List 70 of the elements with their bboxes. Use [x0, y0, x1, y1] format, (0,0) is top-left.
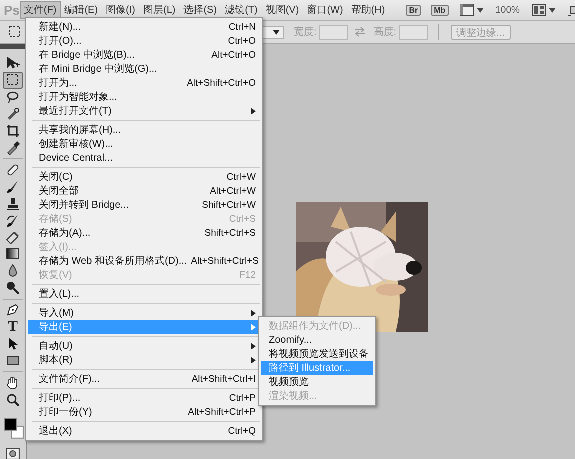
- menu-item[interactable]: 选择(S): [180, 1, 222, 19]
- eraser-icon: [6, 230, 20, 244]
- quick-mask-icon[interactable]: [6, 448, 20, 459]
- menu-item[interactable]: 退出(X) Ctrl+Q: [28, 424, 260, 438]
- menu-item[interactable]: 打开为... Alt+Shift+Ctrl+O: [28, 76, 260, 90]
- menu-item[interactable]: 关闭(C) Ctrl+W: [28, 170, 260, 184]
- menu-item[interactable]: Zoomify...: [261, 333, 373, 347]
- menu-item[interactable]: 共享我的屏幕(H)...: [28, 123, 260, 137]
- caret-icon: [548, 8, 556, 12]
- menu-item[interactable]: 窗口(W): [303, 1, 348, 19]
- menu-item[interactable]: 关闭全部 Alt+Ctrl+W: [28, 184, 260, 198]
- arrow-icon: [6, 56, 20, 70]
- lasso-icon: [6, 90, 20, 104]
- menu-item[interactable]: 新建(N)... Ctrl+N: [28, 20, 260, 34]
- tool-button[interactable]: T: [3, 318, 23, 336]
- menu-item[interactable]: 创建新审核(W)...: [28, 137, 260, 151]
- menu-item[interactable]: 编辑(E): [60, 1, 102, 19]
- app-logo: Ps: [4, 2, 20, 18]
- zoom-dropdown[interactable]: 100%: [490, 4, 526, 16]
- menu-item[interactable]: 图像(I): [102, 1, 140, 19]
- gradient-icon: [6, 247, 20, 262]
- wand-icon: [6, 107, 20, 122]
- brush-icon: [6, 180, 20, 194]
- menu-item[interactable]: 在 Mini Bridge 中浏览(G)...: [28, 62, 260, 76]
- width-field[interactable]: [318, 24, 348, 40]
- menu-item[interactable]: 导入(M): [28, 306, 260, 320]
- rectangle-icon: [6, 354, 20, 368]
- menu-item[interactable]: 帮助(H): [347, 1, 390, 19]
- menu-item[interactable]: 打开(O)... Ctrl+O: [28, 34, 260, 48]
- tool-button[interactable]: [3, 72, 23, 89]
- menu-item[interactable]: 自动(U): [28, 339, 260, 353]
- view-extras-icon[interactable]: [460, 4, 474, 16]
- bridge-button[interactable]: Br: [406, 4, 422, 16]
- menu-item[interactable]: 文件(F): [20, 1, 61, 19]
- menu-item[interactable]: 视频预览: [261, 375, 373, 389]
- dashed-rectangle-icon: [6, 73, 20, 88]
- height-field[interactable]: [398, 24, 428, 40]
- pointer-icon: [6, 337, 20, 352]
- hand-icon: [6, 376, 20, 390]
- pen-icon: [6, 303, 20, 318]
- drop-icon: [6, 264, 20, 278]
- eyedropper-icon: [6, 140, 20, 155]
- dashed-rectangle-icon[interactable]: [8, 25, 22, 39]
- menu-item[interactable]: 打印一份(Y) Alt+Shift+Ctrl+P: [28, 405, 260, 419]
- menu-item[interactable]: 文件简介(F)... Alt+Shift+Ctrl+I: [28, 372, 260, 386]
- menu-item[interactable]: 视图(V): [262, 1, 304, 19]
- height-label: 高度:: [374, 26, 397, 39]
- search-icon: [6, 392, 20, 407]
- arrange-icon[interactable]: [532, 4, 546, 16]
- history-brush-icon: [6, 214, 20, 228]
- menu-item[interactable]: 滤镜(T): [221, 1, 262, 19]
- menu-item[interactable]: 在 Bridge 中浏览(B)... Alt+Ctrl+O: [28, 48, 260, 62]
- stamp-icon: [6, 196, 20, 211]
- menu-item[interactable]: 打印(P)... Ctrl+P: [28, 391, 260, 405]
- menu-item[interactable]: 最近打开文件(T): [28, 104, 260, 118]
- menu-item[interactable]: 存储为(A)... Shift+Ctrl+S: [28, 226, 260, 240]
- menu-item[interactable]: 将视频预览发送到设备: [261, 347, 373, 361]
- menu-item[interactable]: 脚本(R): [28, 353, 260, 367]
- menu-item[interactable]: 图层(L): [139, 1, 180, 19]
- menu-item[interactable]: 关闭并转到 Bridge... Shift+Ctrl+W: [28, 198, 260, 212]
- caret-icon: [476, 8, 484, 12]
- caret-icon: [273, 30, 280, 34]
- menu-item[interactable]: 存储为 Web 和设备所用格式(D)... Alt+Shift+Ctrl+S: [28, 254, 260, 268]
- mini-bridge-button[interactable]: Mb: [431, 4, 449, 16]
- menu-item[interactable]: 置入(L)...: [28, 287, 260, 301]
- crop-icon: [6, 124, 20, 138]
- width-label: 宽度:: [294, 26, 317, 39]
- menu-item[interactable]: 打开为智能对象...: [28, 90, 260, 104]
- menu-item[interactable]: Device Central...: [28, 151, 260, 165]
- panel-header[interactable]: [0, 44, 26, 49]
